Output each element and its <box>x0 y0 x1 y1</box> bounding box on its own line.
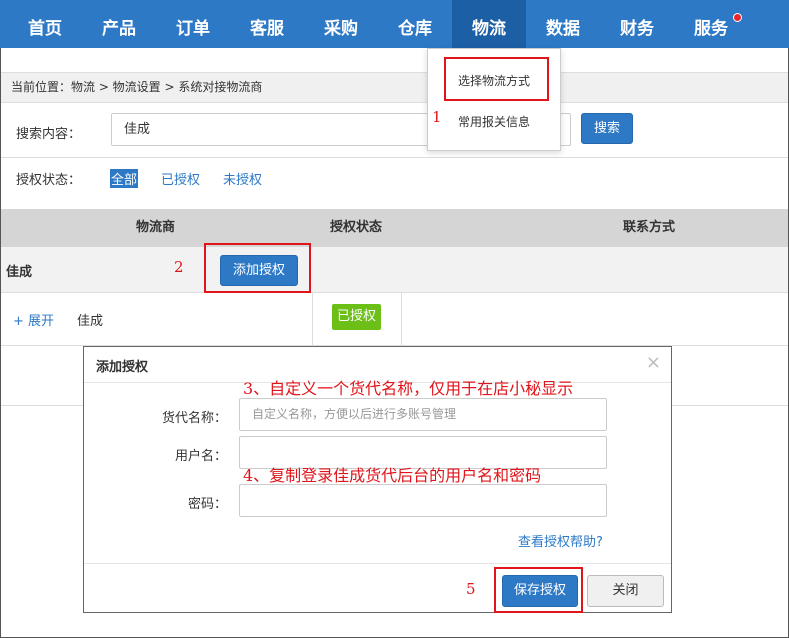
cell-divider <box>312 293 313 345</box>
annotation-box-2 <box>204 243 311 293</box>
dropdown-item-customs-info[interactable]: 常用报关信息 <box>428 113 560 130</box>
breadcrumb: 当前位置：物流 > 物流设置 > 系统对接物流商 <box>1 72 788 103</box>
nav-item-logistics[interactable]: 物流 <box>452 0 526 48</box>
nav-item-data[interactable]: 数据 <box>526 0 600 48</box>
modal-footer-divider <box>84 563 671 564</box>
table-header: 物流商 授权状态 联系方式 <box>1 209 788 247</box>
filter-authorized[interactable]: 已授权 <box>161 169 200 188</box>
filter-unauthorized[interactable]: 未授权 <box>223 169 262 188</box>
expand-link[interactable]: + 展开 <box>13 310 54 329</box>
forwarder-name-label: 货代名称： <box>161 411 227 426</box>
password-input[interactable] <box>239 484 607 517</box>
annotation-box-5 <box>494 567 583 613</box>
nav-item-finance[interactable]: 财务 <box>600 0 674 48</box>
header-provider: 物流商 <box>136 220 176 235</box>
nav-item-customer-service[interactable]: 客服 <box>230 0 304 48</box>
table-row-provider: 佳成 <box>1 247 788 293</box>
top-nav: 首页 产品 订单 客服 采购 仓库 物流 数据 财务 服务 <box>0 0 789 48</box>
search-button[interactable]: 搜索 <box>581 113 633 144</box>
sub-provider-name: 佳成 <box>77 314 104 329</box>
annotation-num-5: 5 <box>466 580 476 598</box>
nav-item-purchasing[interactable]: 采购 <box>304 0 378 48</box>
status-badge: 已授权 <box>332 304 381 330</box>
provider-name: 佳成 <box>6 265 33 280</box>
annotation-note-3: 3、自定义一个货代名称，仅用于在店小秘显示 <box>243 379 574 398</box>
close-icon[interactable]: × <box>646 352 661 373</box>
nav-item-orders[interactable]: 订单 <box>156 0 230 48</box>
annotation-box-1 <box>444 57 549 101</box>
header-auth-status: 授权状态 <box>330 220 383 235</box>
auth-help-link[interactable]: 查看授权帮助? <box>518 531 603 550</box>
filter-all[interactable]: 全部 <box>110 169 139 188</box>
annotation-note-4: 4、复制登录佳成货代后台的用户名和密码 <box>243 466 542 485</box>
password-label: 密码： <box>187 497 227 512</box>
nav-item-products[interactable]: 产品 <box>82 0 156 48</box>
filter-label: 授权状态： <box>16 173 82 188</box>
close-modal-button[interactable]: 关闭 <box>587 575 664 607</box>
annotation-num-2: 2 <box>174 258 184 276</box>
cell-divider <box>401 293 402 345</box>
modal-title: 添加授权 <box>96 360 149 375</box>
nav-item-services[interactable]: 服务 <box>674 0 748 48</box>
nav-item-home[interactable]: 首页 <box>8 0 82 48</box>
username-label: 用户名： <box>174 449 227 464</box>
search-label: 搜索内容： <box>16 127 82 142</box>
header-contact: 联系方式 <box>623 220 676 235</box>
nav-item-warehouse[interactable]: 仓库 <box>378 0 452 48</box>
annotation-num-1: 1 <box>432 108 442 126</box>
notification-dot <box>733 13 742 22</box>
divider <box>1 157 788 158</box>
forwarder-name-input[interactable]: 自定义名称，方便以后进行多账号管理 <box>239 398 607 431</box>
